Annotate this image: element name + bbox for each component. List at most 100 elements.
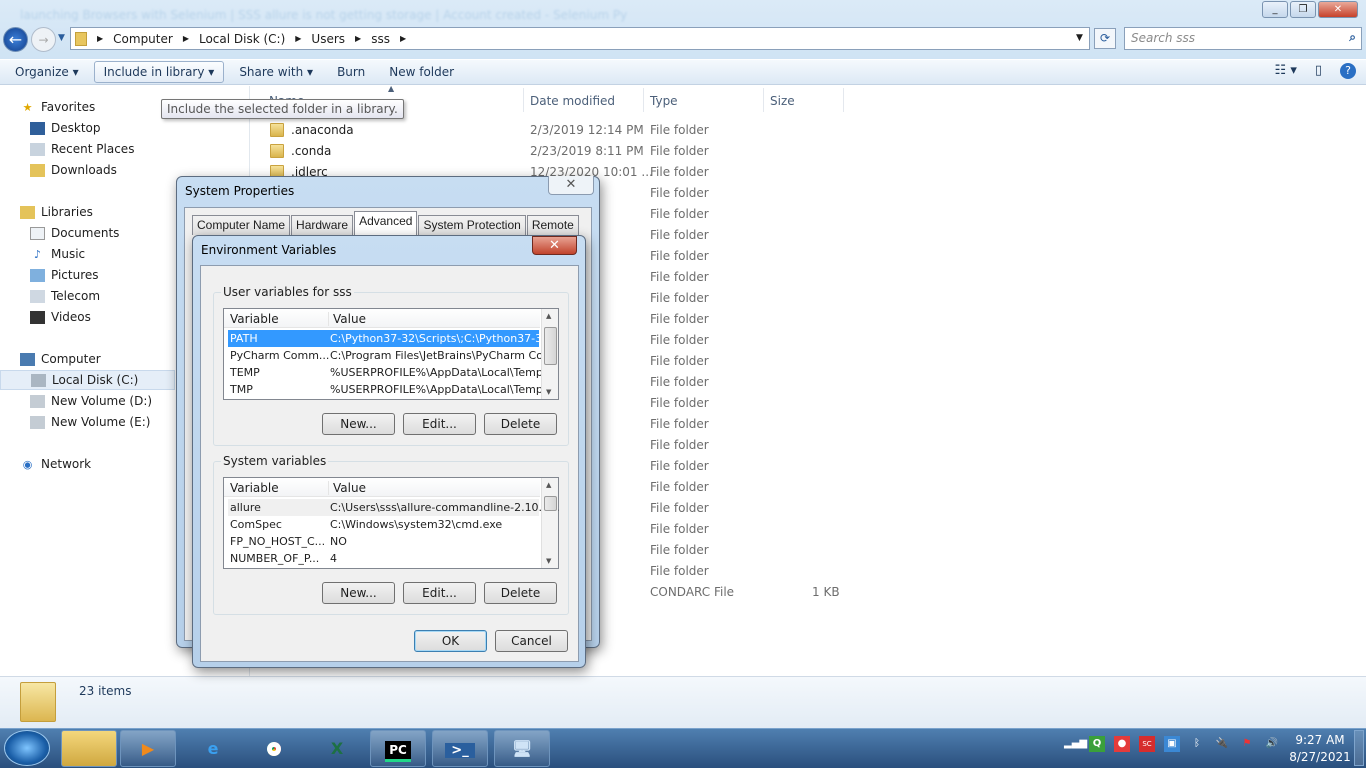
variable-row[interactable]: PyCharm Comm... C:\Program Files\JetBrain… <box>228 347 553 364</box>
file-row[interactable]: .conda 2/23/2019 8:11 PM File folder <box>251 141 1366 162</box>
variable-row[interactable]: NUMBER_OF_P... 4 <box>228 550 539 567</box>
nav-downloads[interactable]: Downloads <box>30 160 117 180</box>
search-input[interactable]: Search sss ⌕ <box>1124 27 1362 50</box>
tab-remote[interactable]: Remote <box>526 215 579 235</box>
chevron-right-icon[interactable]: ▶ <box>355 34 361 43</box>
burn-button[interactable]: Burn <box>328 62 374 82</box>
close-button[interactable]: ✕ <box>532 236 577 255</box>
volume-icon[interactable]: 🔊 <box>1264 736 1280 752</box>
nav-recent-places[interactable]: Recent Places <box>30 139 134 159</box>
taskbar-media-player[interactable]: ▶ <box>120 730 176 767</box>
nav-documents[interactable]: Documents <box>30 223 119 243</box>
recent-pages-dropdown[interactable]: ▼ <box>58 33 65 43</box>
user-edit-button[interactable]: Edit... <box>403 413 476 435</box>
nav-network[interactable]: ◉ Network <box>20 454 91 474</box>
column-size[interactable]: Size <box>770 94 795 108</box>
chevron-right-icon[interactable]: ▶ <box>400 34 406 43</box>
nav-new-volume-e[interactable]: New Volume (E:) <box>30 412 150 432</box>
tab-hardware[interactable]: Hardware <box>291 215 354 235</box>
nav-pictures[interactable]: Pictures <box>30 265 99 285</box>
nav-new-volume-d[interactable]: New Volume (D:) <box>30 391 152 411</box>
variable-row[interactable]: ComSpec C:\Windows\system32\cmd.exe <box>228 516 539 533</box>
tab-computer-name[interactable]: Computer Name <box>192 215 291 235</box>
column-divider[interactable] <box>643 88 644 112</box>
col-variable[interactable]: Variable <box>230 312 279 326</box>
signal-icon[interactable]: ▂▄▆ <box>1064 736 1087 752</box>
system-variables-list[interactable]: Variable Value allure C:\Users\sss\allure-… <box>223 477 560 569</box>
column-divider[interactable] <box>843 88 844 112</box>
taskbar-remote-desktop[interactable]: 🖥 <box>494 730 550 767</box>
taskbar-powershell[interactable]: >_ <box>432 730 488 767</box>
system-edit-button[interactable]: Edit... <box>403 582 476 604</box>
variable-row[interactable]: FP_NO_HOST_C... NO <box>228 533 539 550</box>
screen-capture-icon[interactable]: SC <box>1139 736 1155 752</box>
cancel-button[interactable]: Cancel <box>495 630 568 652</box>
col-value[interactable]: Value <box>328 312 366 326</box>
breadcrumb-sss[interactable]: sss <box>371 32 390 46</box>
nav-videos[interactable]: Videos <box>30 307 91 327</box>
nav-local-disk-c[interactable]: Local Disk (C:) <box>0 370 175 390</box>
column-divider[interactable] <box>763 88 764 112</box>
breadcrumb-computer[interactable]: Computer <box>113 32 173 46</box>
breadcrumb-local-disk[interactable]: Local Disk (C:) <box>199 32 285 46</box>
minimize-button[interactable]: _ <box>1262 1 1288 18</box>
show-desktop-button[interactable] <box>1354 730 1364 766</box>
file-row[interactable]: .anaconda 2/3/2019 12:14 PM File folder <box>251 120 1366 141</box>
nav-favorites[interactable]: ★ Favorites <box>20 97 96 117</box>
qt-icon[interactable]: Q <box>1089 736 1105 752</box>
taskbar-excel[interactable]: X <box>309 730 365 767</box>
nav-libraries[interactable]: Libraries <box>20 202 93 222</box>
nav-desktop[interactable]: Desktop <box>30 118 101 138</box>
include-in-library-button[interactable]: Include in library ▾ <box>93 61 225 83</box>
taskbar-internet-explorer[interactable]: e <box>185 730 241 767</box>
forward-button[interactable]: → <box>31 27 56 52</box>
taskbar-chrome[interactable] <box>246 730 302 767</box>
taskbar-file-explorer[interactable] <box>61 730 117 767</box>
action-center-flag-icon[interactable]: ⚑ <box>1239 736 1255 752</box>
system-new-button[interactable]: New... <box>322 582 395 604</box>
chevron-right-icon[interactable]: ▶ <box>183 34 189 43</box>
power-icon[interactable]: 🔌 <box>1214 736 1230 752</box>
scrollbar[interactable]: ▲ ▼ <box>541 309 558 399</box>
user-new-button[interactable]: New... <box>322 413 395 435</box>
variable-row[interactable]: TMP %USERPROFILE%\AppData\Local\Temp <box>228 381 543 398</box>
tab-advanced[interactable]: Advanced <box>354 211 418 235</box>
scrollbar[interactable]: ▲ ▼ <box>541 478 558 568</box>
ok-button[interactable]: OK <box>414 630 487 652</box>
refresh-button[interactable]: ⟳ <box>1094 28 1116 49</box>
clock[interactable]: 9:27 AM 8/27/2021 <box>1288 732 1352 766</box>
breadcrumb-users[interactable]: Users <box>311 32 345 46</box>
preview-pane-icon[interactable]: ▯ <box>1315 63 1322 79</box>
col-value[interactable]: Value <box>328 481 366 495</box>
column-divider[interactable] <box>523 88 524 112</box>
user-delete-button[interactable]: Delete <box>484 413 557 435</box>
variable-row[interactable]: PATH C:\Python37-32\Scripts\;C:\Python37-… <box>228 330 553 347</box>
address-bar[interactable]: ▶ Computer ▶ Local Disk (C:) ▶ Users ▶ s… <box>70 27 1090 50</box>
close-button[interactable]: ✕ <box>548 176 594 195</box>
taskbar-pycharm[interactable]: PC <box>370 730 426 767</box>
close-button[interactable]: ✕ <box>1318 1 1358 18</box>
column-type[interactable]: Type <box>650 94 678 108</box>
variable-row[interactable]: TEMP %USERPROFILE%\AppData\Local\Temp <box>228 364 543 381</box>
nav-telecom[interactable]: Telecom <box>30 286 100 306</box>
chevron-right-icon[interactable]: ▶ <box>295 34 301 43</box>
user-variables-list[interactable]: Variable Value PATH C:\Python37-32\Scripts… <box>223 308 559 400</box>
tab-system-protection[interactable]: System Protection <box>418 215 526 235</box>
column-date-modified[interactable]: Date modified <box>530 94 615 108</box>
new-folder-button[interactable]: New folder <box>380 62 463 82</box>
nav-music[interactable]: ♪ Music <box>30 244 85 264</box>
organize-button[interactable]: Organize ▾ <box>6 62 88 82</box>
share-with-button[interactable]: Share with ▾ <box>230 62 322 82</box>
chevron-right-icon[interactable]: ▶ <box>97 34 103 43</box>
nav-computer[interactable]: Computer <box>20 349 101 369</box>
start-button[interactable] <box>4 730 50 766</box>
display-icon[interactable]: ▣ <box>1164 736 1180 752</box>
app-red-icon[interactable]: ● <box>1114 736 1130 752</box>
system-delete-button[interactable]: Delete <box>484 582 557 604</box>
variable-row[interactable]: allure C:\Users\sss\allure-commandline-2.… <box>228 499 560 516</box>
back-button[interactable]: ← <box>3 27 28 52</box>
maximize-button[interactable]: ❐ <box>1290 1 1316 18</box>
help-icon[interactable]: ? <box>1340 63 1356 79</box>
address-dropdown[interactable]: ▼ <box>1076 33 1083 43</box>
change-view-icon[interactable]: ☷ ▾ <box>1275 63 1297 79</box>
